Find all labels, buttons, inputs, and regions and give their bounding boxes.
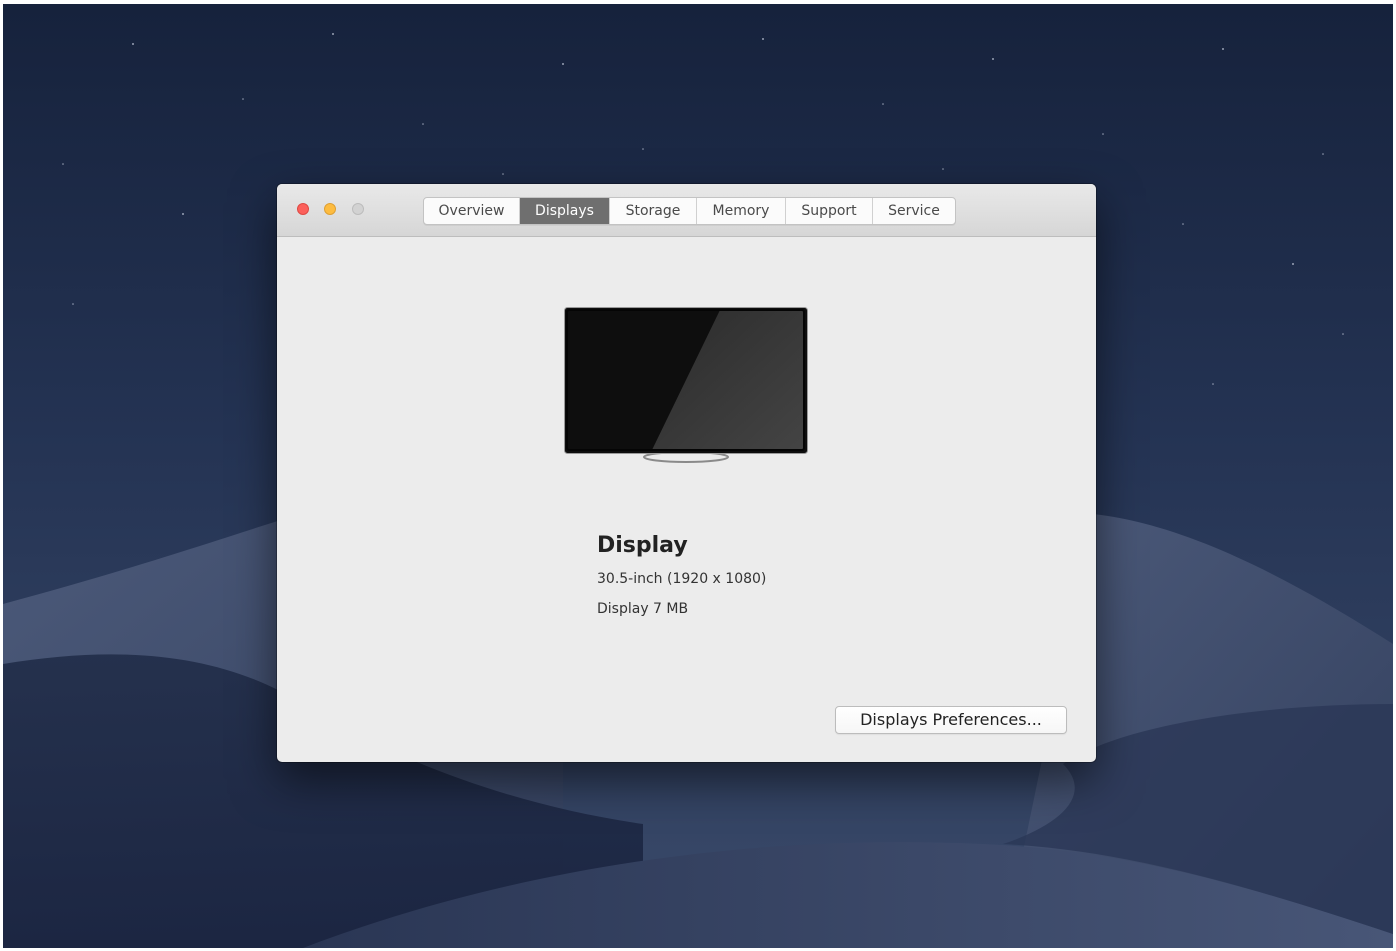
zoom-icon[interactable] (352, 203, 364, 215)
display-name: Display (597, 533, 688, 558)
tab-support[interactable]: Support (786, 198, 873, 224)
about-this-mac-window: Overview Displays Storage Memory Support… (277, 184, 1096, 762)
tab-service[interactable]: Service (873, 198, 955, 224)
desktop: Overview Displays Storage Memory Support… (3, 4, 1393, 948)
title-bar: Overview Displays Storage Memory Support… (277, 184, 1096, 237)
display-size-resolution: 30.5-inch (1920 x 1080) (597, 571, 767, 587)
tab-bar: Overview Displays Storage Memory Support… (423, 197, 956, 225)
minimize-icon[interactable] (324, 203, 336, 215)
close-icon[interactable] (297, 203, 309, 215)
tab-memory[interactable]: Memory (697, 198, 786, 224)
display-memory: Display 7 MB (597, 601, 689, 617)
displays-panel: Display 30.5-inch (1920 x 1080) Display … (277, 237, 1096, 762)
tab-overview[interactable]: Overview (424, 198, 520, 224)
displays-preferences-button[interactable]: Displays Preferences... (835, 706, 1067, 734)
tab-displays[interactable]: Displays (520, 198, 610, 224)
monitor-icon (564, 307, 808, 463)
tab-storage[interactable]: Storage (610, 198, 697, 224)
